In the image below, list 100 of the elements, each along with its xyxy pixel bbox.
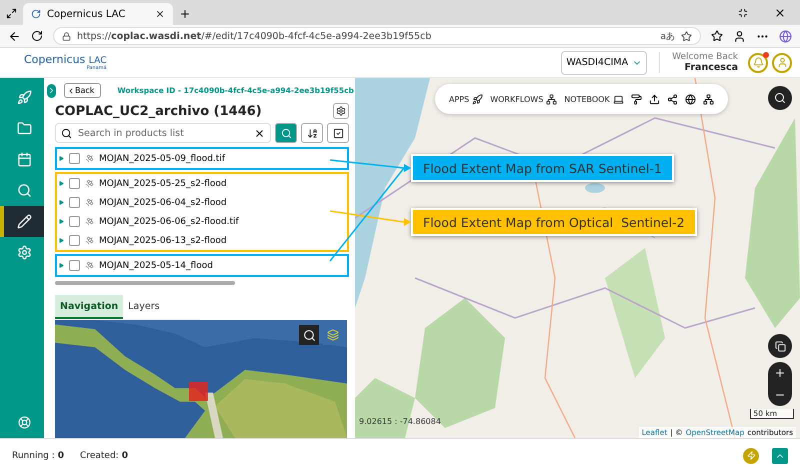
select-all-button[interactable]: [327, 123, 349, 143]
product-name[interactable]: MOJAN_2025-05-25_s2-flood: [99, 178, 227, 188]
clear-icon[interactable]: [254, 128, 265, 138]
nodes-icon[interactable]: [702, 94, 714, 104]
satellite-icon: [85, 217, 94, 226]
rocket-icon: [16, 90, 32, 105]
nodes-icon: [546, 94, 558, 104]
favorites-icon[interactable]: [711, 30, 723, 42]
product-name[interactable]: MOJAN_2025-06-06_s2-flood.tif: [99, 216, 239, 226]
footprint-marker: [189, 382, 208, 401]
close-icon[interactable]: [774, 7, 786, 19]
user-icon: [776, 57, 788, 68]
settings-icon: [336, 106, 346, 116]
callout-label: Flood Extent Map from Optical Sentinel-2: [411, 208, 697, 236]
search-icon: [774, 92, 786, 104]
paint-roller-icon[interactable]: [630, 94, 642, 104]
lock-icon: [62, 32, 71, 40]
layers-icon: [774, 340, 786, 352]
satellite-icon: [85, 179, 94, 188]
satellite-icon: [85, 261, 94, 270]
rocket-icon: [472, 94, 484, 104]
expand-icon[interactable]: [59, 181, 64, 186]
layers-icon: [327, 329, 339, 341]
created-count: 0: [122, 450, 128, 460]
checkbox[interactable]: [69, 260, 80, 271]
lightning-icon: [746, 451, 756, 460]
user-name: Francesca: [684, 62, 738, 73]
laptop-icon: [612, 94, 624, 104]
star-icon[interactable]: [681, 30, 692, 42]
notification-button[interactable]: [748, 52, 768, 72]
satellite-icon: [85, 198, 94, 207]
running-label: Running :: [12, 450, 55, 460]
site-icon: [31, 9, 41, 19]
checkbox[interactable]: [69, 153, 80, 164]
user-button[interactable]: [772, 52, 792, 72]
callout-label: Flood Extent Map from SAR Sentinel-1: [411, 154, 674, 182]
expand-sidebar-button[interactable]: [47, 84, 56, 98]
workspace-select[interactable]: WASDI4CIMA: [561, 50, 648, 74]
folder-icon: [16, 121, 32, 136]
expand-icon[interactable]: [59, 200, 64, 205]
product-name[interactable]: MOJAN_2025-05-14_flood: [99, 260, 213, 270]
close-icon[interactable]: [155, 9, 165, 19]
calendar-icon: [16, 152, 32, 167]
share-icon[interactable]: [666, 94, 678, 104]
assistant-icon[interactable]: [779, 30, 792, 42]
zoom-in-icon: [774, 367, 786, 379]
product-name[interactable]: MOJAN_2025-06-04_s2-flood: [99, 198, 227, 208]
profile-icon[interactable]: [733, 30, 746, 42]
settings-button[interactable]: [333, 103, 349, 119]
expand-button[interactable]: [772, 448, 788, 464]
chevron-icon: [67, 86, 75, 94]
running-count: 0: [58, 450, 64, 460]
browser-tab[interactable]: Copernicus LAC: [23, 3, 173, 25]
sort-icon: [306, 128, 318, 138]
checkbox[interactable]: [69, 197, 80, 208]
welcome-text: Welcome Back: [672, 52, 738, 62]
checkbox[interactable]: [69, 235, 80, 246]
panel-tab[interactable]: Navigation: [55, 295, 124, 319]
settings-icon: [16, 245, 32, 260]
checkbox-icon: [332, 128, 344, 138]
toolbar-item[interactable]: APPS: [449, 94, 484, 104]
new-tab-icon[interactable]: [179, 8, 191, 20]
product-name[interactable]: MOJAN_2025-05-09_flood.tif: [99, 154, 225, 164]
checkbox[interactable]: [69, 178, 80, 189]
created-label: Created:: [80, 450, 119, 460]
tab-actions-icon[interactable]: [6, 8, 17, 19]
workspace-title: COPLAC_UC2_archivo (1446): [55, 104, 262, 118]
satellite-icon: [85, 236, 94, 245]
upload-icon[interactable]: [648, 94, 660, 104]
back-icon[interactable]: [8, 30, 21, 42]
search-icon: [280, 128, 292, 138]
search-icon: [302, 328, 316, 342]
zoom-control[interactable]: [768, 362, 792, 406]
coordinates: 9.02615 : -74.86084: [359, 417, 441, 426]
restore-icon[interactable]: [738, 8, 748, 18]
toolbar-item[interactable]: NOTEBOOK: [564, 94, 624, 104]
search-button[interactable]: [299, 325, 319, 345]
sidebar-item[interactable]: [0, 206, 44, 237]
globe-icon[interactable]: [684, 94, 696, 104]
product-name[interactable]: MOJAN_2025-06-13_s2-flood: [99, 236, 227, 246]
bell-icon: [752, 57, 764, 68]
address-bar[interactable]: https://coplac.wasdi.net/#/edit/17c4090b-4fcf-4c5e-a994-2ee3b19f55cb aあ: [53, 27, 701, 45]
expand-icon[interactable]: [59, 219, 64, 224]
search-field[interactable]: Search in products list: [55, 123, 271, 143]
checkbox[interactable]: [69, 216, 80, 227]
sort-button[interactable]: [301, 123, 323, 143]
pencil-icon: [16, 214, 32, 229]
expand-icon[interactable]: [59, 156, 64, 161]
lifebuoy-icon: [18, 416, 30, 429]
reload-icon[interactable]: [31, 30, 43, 42]
satellite-icon: [85, 154, 94, 163]
toolbar-item[interactable]: WORKFLOWS: [490, 94, 558, 104]
panel-tab[interactable]: Layers: [123, 295, 165, 319]
lightning-button[interactable]: [743, 448, 759, 464]
expand-icon[interactable]: [59, 238, 64, 243]
chevron-icon: [47, 86, 56, 95]
search-icon: [61, 128, 72, 138]
back-button[interactable]: Back: [64, 83, 102, 98]
expand-icon[interactable]: [59, 263, 64, 268]
search-icon: [16, 183, 32, 198]
